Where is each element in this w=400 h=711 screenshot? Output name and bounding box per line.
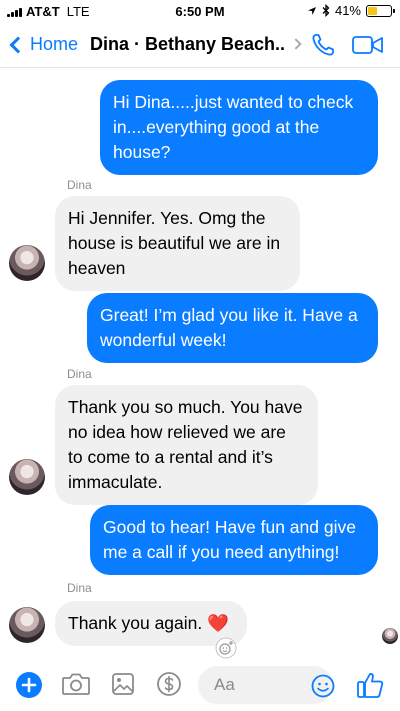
plus-button[interactable] [16,672,42,698]
heart-emoji: ❤️ [207,613,229,633]
thumbs-up-icon[interactable] [355,670,385,700]
status-bar: AT&T LTE 6:50 PM 41% [0,0,400,22]
photo-icon[interactable] [111,671,135,697]
location-icon [307,6,316,15]
phone-call-icon[interactable] [310,32,336,58]
message-bubble-incoming[interactable]: Thank you so much. You have no idea how … [55,385,318,505]
emoji-icon[interactable] [311,674,335,698]
message-placeholder: Aa [214,675,235,694]
sender-name: Dina [67,178,92,192]
avatar[interactable] [9,245,45,281]
composer-bar: Aa [0,660,400,711]
message-bubble-outgoing[interactable]: Good to hear! Have fun and give me a cal… [90,505,378,575]
sender-name: Dina [67,367,92,381]
plus-icon [21,677,37,693]
sender-name: Dina [67,581,92,595]
avatar[interactable] [9,459,45,495]
battery-icon [366,4,395,17]
chevron-right-icon[interactable] [290,38,302,50]
message-text: Hi Jennifer. Yes. Omg the house is beaut… [68,208,281,278]
message-text: Hi Dina.....just wanted to check in....e… [113,92,354,162]
message-text: Thank you so much. You have no idea how … [68,397,303,492]
seen-avatar [382,628,398,644]
bluetooth-icon [322,4,330,17]
status-right: 41% [307,3,395,18]
conversation-header: Home Dina · Bethany Beach... [0,22,400,68]
conversation-title[interactable]: Dina · Bethany Beach... [90,34,285,55]
message-bubble-outgoing[interactable]: Hi Dina.....just wanted to check in....e… [100,80,378,175]
add-reaction-icon[interactable] [215,637,237,659]
message-text: Great! I’m glad you like it. Have a wond… [100,305,358,350]
message-bubble-incoming[interactable]: Hi Jennifer. Yes. Omg the house is beaut… [55,196,300,291]
battery-fill [368,6,378,15]
back-button[interactable]: Home [8,34,78,55]
battery-percent: 41% [334,3,361,18]
chevron-left-icon [9,36,27,53]
message-text: Good to hear! Have fun and give me a cal… [103,517,356,562]
avatar[interactable] [9,607,45,643]
video-call-icon[interactable] [352,35,384,55]
back-label: Home [30,34,79,54]
camera-icon[interactable] [61,671,91,697]
payment-icon[interactable] [156,671,182,697]
message-bubble-outgoing[interactable]: Great! I’m glad you like it. Have a wond… [87,293,378,363]
message-text: Thank you again. [68,613,208,633]
